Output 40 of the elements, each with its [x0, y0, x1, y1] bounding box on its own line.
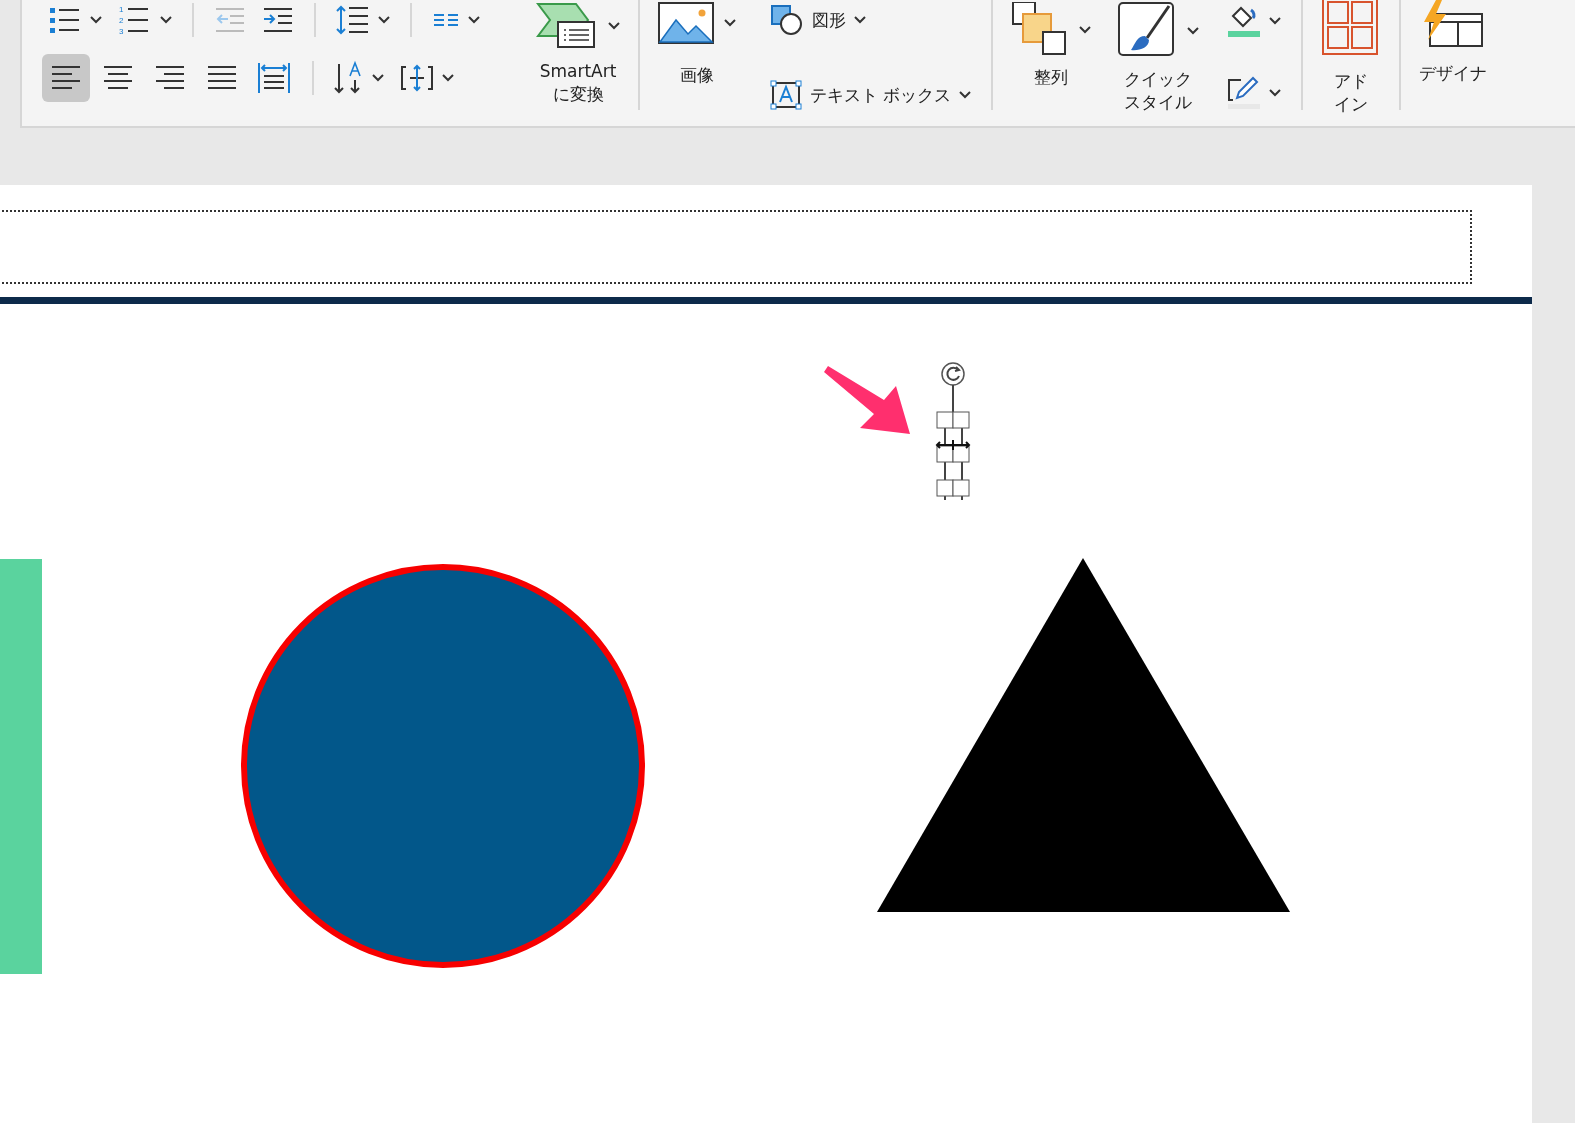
caret-icon [1187, 27, 1200, 35]
textbox-icon [770, 80, 802, 110]
paint-bucket-icon [1227, 4, 1262, 38]
quick-styles-button[interactable]: クイックスタイル [1113, 0, 1204, 126]
caret-icon [854, 16, 866, 24]
align-text-icon [400, 63, 434, 93]
smartart-button[interactable]: SmartArt に変換 [532, 0, 624, 126]
alignment-button[interactable] [42, 54, 90, 102]
caret-icon [160, 16, 172, 24]
text-direction-icon [334, 60, 364, 96]
outdent-icon [214, 6, 246, 34]
bullets-icon [48, 5, 82, 35]
caret-icon [1269, 17, 1282, 25]
numbering-button[interactable]: 1 2 3 [112, 0, 178, 41]
caret-icon [378, 16, 390, 24]
add-ins-button[interactable]: アドイン [1317, 0, 1386, 126]
caret-icon [468, 16, 480, 24]
textbox-button[interactable]: テキスト ボックス [764, 76, 978, 114]
shapes-icon [770, 4, 804, 36]
caret-icon [90, 16, 102, 24]
columns-icon [432, 12, 460, 28]
caret-icon [608, 22, 620, 30]
circle-shape[interactable] [241, 564, 645, 968]
image-button[interactable]: 画像 [654, 0, 740, 126]
distributed-icon [256, 61, 292, 95]
shapes-button[interactable]: 図形 [764, 0, 978, 40]
pen-icon [1227, 76, 1262, 110]
triangle-shape[interactable] [877, 558, 1290, 912]
caret-icon [959, 91, 972, 99]
arrange-button[interactable]: 整列 [1007, 0, 1096, 126]
caret-icon [1079, 26, 1092, 34]
selection-handles-drawing[interactable] [935, 362, 971, 501]
designer-button[interactable]: デザイナ [1415, 0, 1492, 126]
caret-icon [1269, 89, 1282, 97]
caret-icon [442, 74, 454, 82]
caret-icon [724, 19, 736, 27]
caret-icon [372, 74, 384, 82]
title-placeholder[interactable] [0, 210, 1472, 284]
line-spacing-icon [336, 4, 370, 36]
indent-icon [262, 6, 294, 34]
